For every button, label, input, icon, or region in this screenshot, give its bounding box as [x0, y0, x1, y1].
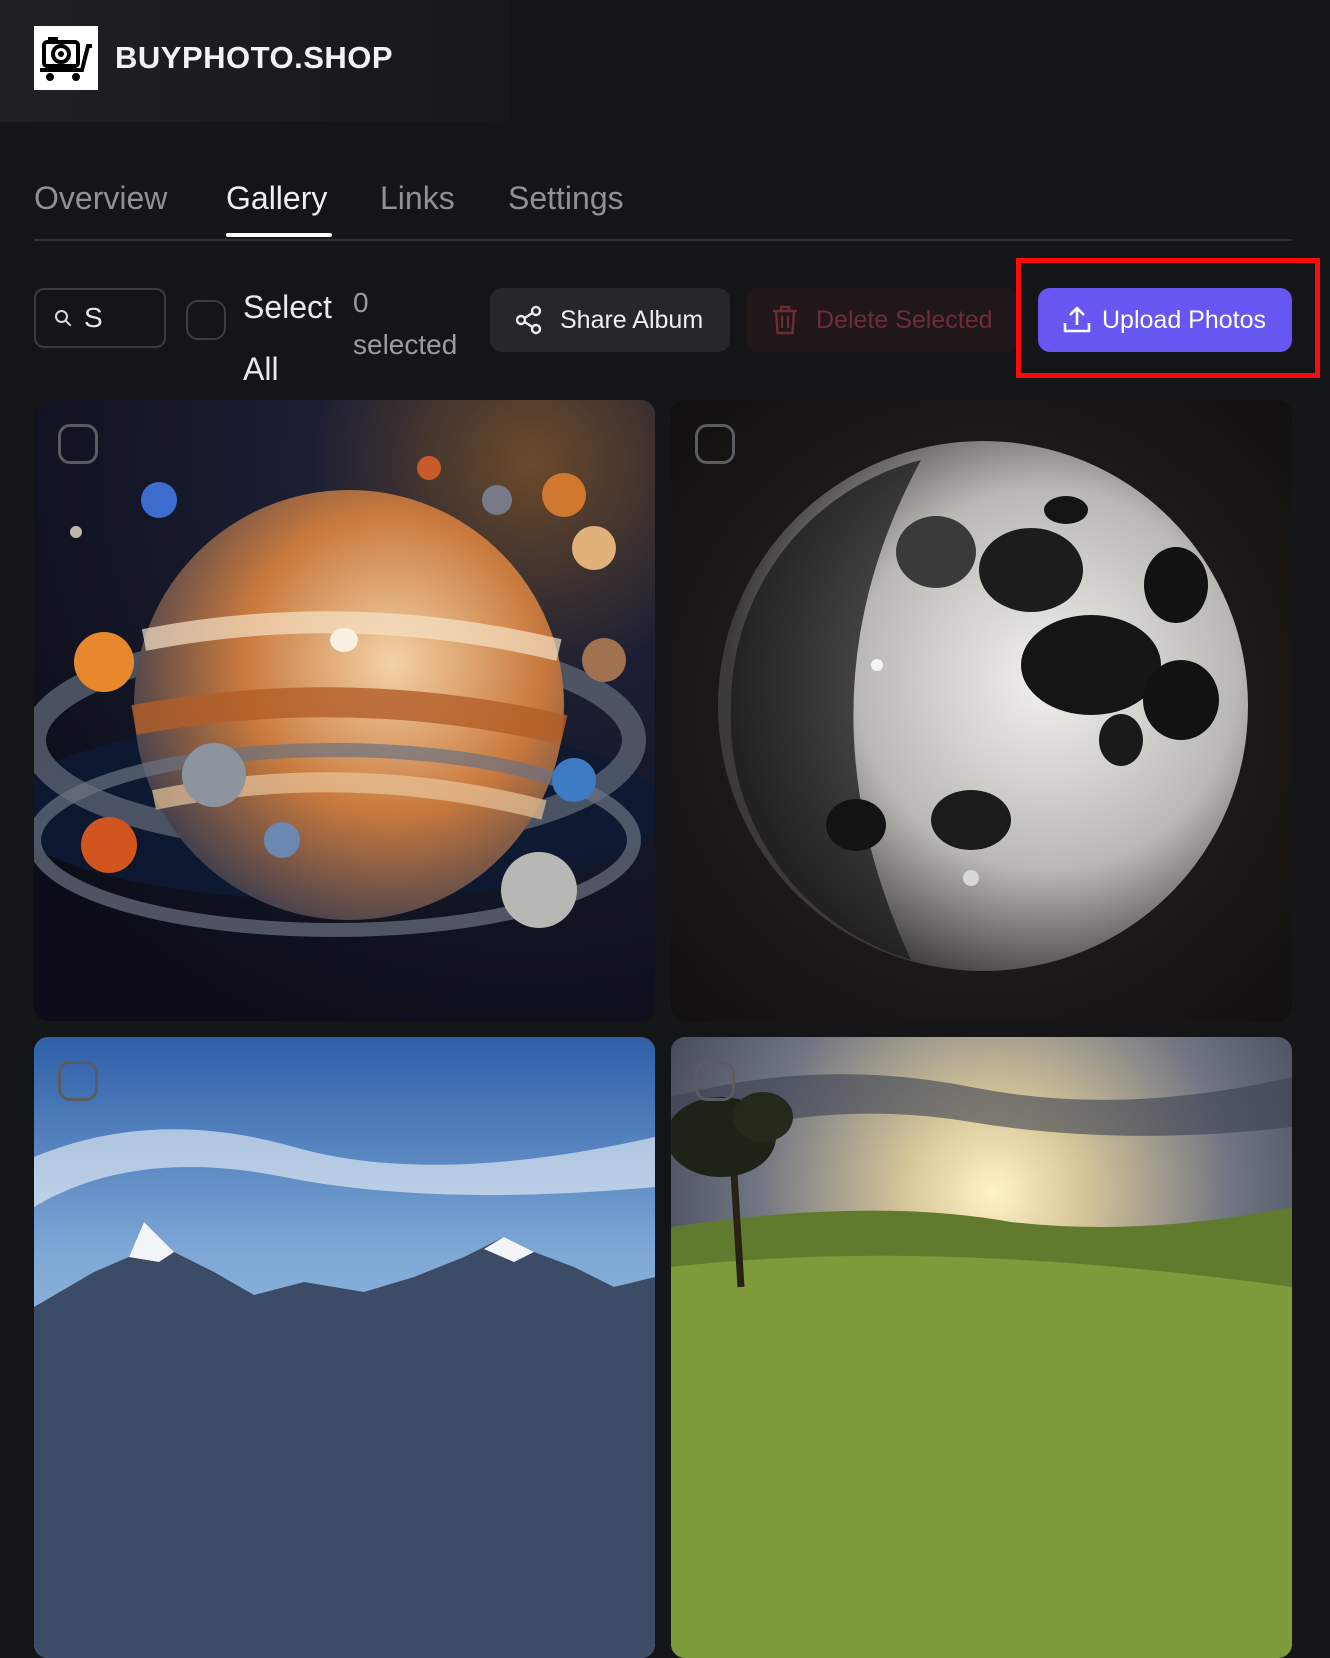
search-icon — [55, 310, 71, 326]
photo-mountains — [34, 1037, 655, 1658]
upload-icon — [1063, 306, 1091, 333]
tab-links[interactable]: Links — [380, 180, 455, 217]
select-all-label[interactable]: Select All — [243, 276, 343, 400]
upload-photos-button[interactable]: Upload Photos — [1038, 288, 1292, 352]
photo-checkbox[interactable] — [695, 1061, 735, 1101]
photo-card[interactable] — [671, 400, 1292, 1021]
tab-overview[interactable]: Overview — [34, 180, 167, 217]
tab-bar: Overview Gallery Links Settings — [34, 166, 1292, 241]
photo-card[interactable] — [34, 400, 655, 1021]
brand-bar: BUYPHOTO.SHOP — [0, 0, 510, 122]
trash-icon — [773, 305, 797, 335]
delete-selected-label: Delete Selected — [816, 305, 993, 334]
selected-count-number: 0 — [353, 287, 369, 318]
active-tab-indicator — [226, 233, 332, 237]
search-box[interactable] — [34, 288, 166, 348]
photo-sunset-hills — [671, 1037, 1292, 1658]
selected-count: 0 selected — [353, 282, 483, 366]
share-album-label: Share Album — [560, 305, 704, 334]
photo-jupiter-planets — [34, 400, 655, 1021]
tab-gallery[interactable]: Gallery — [226, 180, 327, 217]
photo-checkbox[interactable] — [695, 424, 735, 464]
camera-cart-icon[interactable] — [34, 26, 98, 90]
photo-checkbox[interactable] — [58, 424, 98, 464]
brand-name[interactable]: BUYPHOTO.SHOP — [115, 40, 393, 76]
tab-settings[interactable]: Settings — [508, 180, 624, 217]
photo-moon — [671, 400, 1292, 1021]
photo-card[interactable] — [671, 1037, 1292, 1658]
select-all-checkbox[interactable] — [186, 300, 226, 340]
upload-photos-label: Upload Photos — [1102, 305, 1267, 334]
delete-selected-button[interactable]: Delete Selected — [746, 288, 1018, 352]
share-icon — [515, 305, 542, 335]
share-album-button[interactable]: Share Album — [490, 288, 730, 352]
search-input[interactable] — [82, 301, 146, 335]
photo-checkbox[interactable] — [58, 1061, 98, 1101]
photo-card[interactable] — [34, 1037, 655, 1658]
selected-count-label: selected — [353, 329, 458, 360]
